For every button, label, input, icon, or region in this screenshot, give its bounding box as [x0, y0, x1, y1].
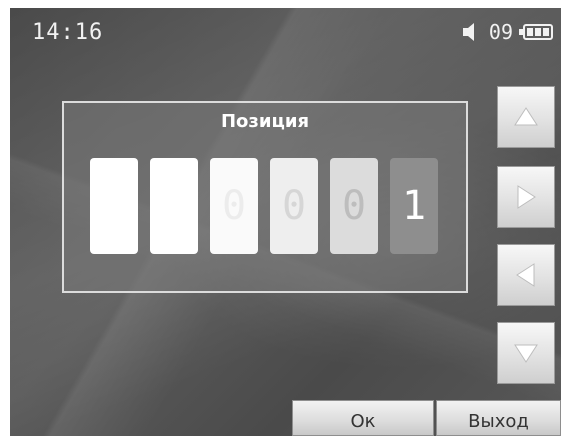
left-button[interactable]: [497, 244, 555, 306]
digit-slot-4[interactable]: 0: [270, 158, 318, 254]
speaker-icon: [462, 23, 474, 41]
clock: 14:16: [32, 20, 104, 45]
up-button[interactable]: [497, 86, 555, 148]
right-button[interactable]: [497, 166, 555, 228]
device-screen: 14:16 09 Позиция 0 0 0 1 Ок Выход: [10, 8, 561, 436]
battery-icon: [519, 24, 553, 40]
exit-button[interactable]: Выход: [436, 400, 561, 436]
arrow-up-icon: [514, 107, 538, 126]
digit-slot-1[interactable]: [90, 158, 138, 254]
dialog-title: Позиция: [220, 111, 309, 132]
down-button[interactable]: [497, 322, 555, 384]
arrow-left-icon: [516, 263, 535, 287]
digit-slot-6[interactable]: 1: [390, 158, 438, 254]
ok-button[interactable]: Ок: [292, 400, 434, 436]
digit-slot-5[interactable]: 0: [330, 158, 378, 254]
arrow-right-icon: [517, 185, 536, 209]
digit-slot-3[interactable]: 0: [210, 158, 258, 254]
position-dialog: Позиция 0 0 0 1: [62, 101, 468, 293]
digit-slots: 0 0 0 1: [90, 158, 438, 254]
status-area: 09: [461, 18, 553, 46]
volume-level: 09: [488, 20, 513, 44]
arrow-down-icon: [514, 344, 538, 363]
digit-slot-2[interactable]: [150, 158, 198, 254]
